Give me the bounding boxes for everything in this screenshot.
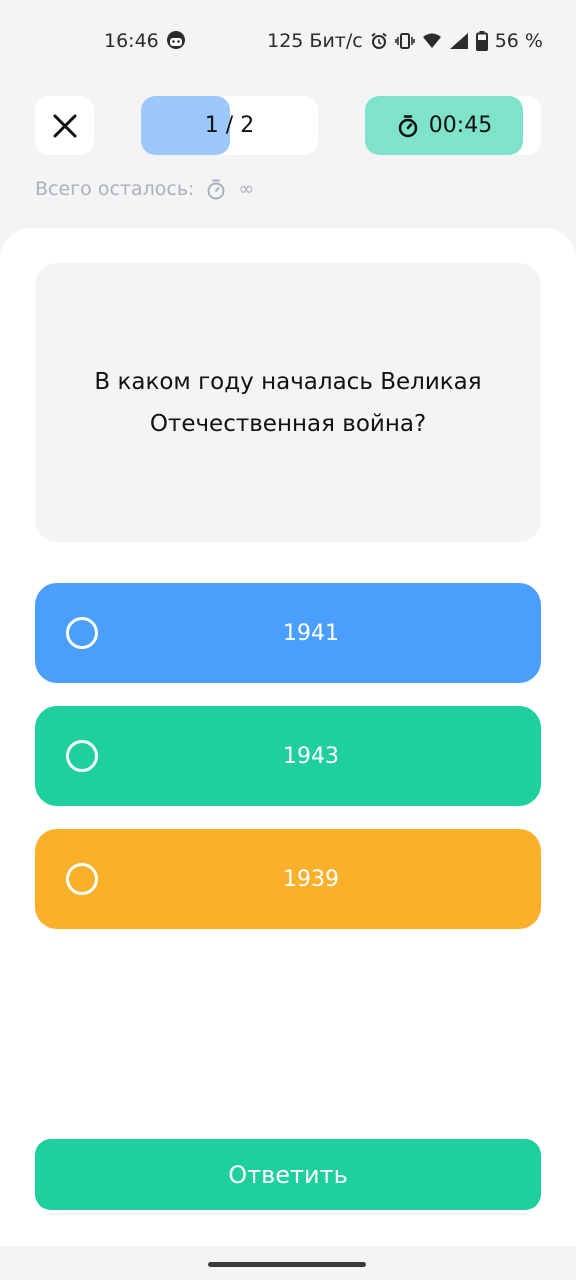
- face-icon: [166, 30, 186, 50]
- alarm-icon: [370, 32, 388, 50]
- navigation-bar: [0, 1246, 576, 1280]
- question-box: В каком году началась Великая Отечествен…: [35, 263, 541, 542]
- home-indicator[interactable]: [208, 1262, 366, 1267]
- quiz-card: В каком году началась Великая Отечествен…: [0, 228, 576, 1246]
- status-right-group: 125 Бит/с 56 %: [267, 30, 543, 52]
- close-icon: [53, 114, 76, 137]
- answer-option[interactable]: 1939: [35, 829, 541, 929]
- answer-label: 1939: [283, 866, 339, 892]
- answer-label: 1941: [283, 620, 339, 646]
- answer-option[interactable]: 1943: [35, 706, 541, 806]
- question-timer: 00:45: [365, 96, 541, 155]
- total-remaining: Всего осталось: ∞: [35, 178, 254, 200]
- progress-text: 1 / 2: [204, 113, 255, 138]
- timer-text: 00:45: [428, 113, 493, 138]
- stopwatch-icon: [398, 114, 418, 137]
- timer-content: 00:45: [365, 96, 524, 155]
- answer-option[interactable]: 1941: [35, 583, 541, 683]
- wifi-icon: [422, 32, 442, 50]
- signal-icon: [449, 32, 469, 50]
- close-button[interactable]: [35, 96, 94, 155]
- status-bar: 16:46 125 Бит/с 56 %: [0, 0, 576, 84]
- answer-label: 1943: [283, 743, 339, 769]
- question-text: В каком году началась Великая Отечествен…: [94, 368, 482, 437]
- battery-level: 56 %: [494, 30, 543, 52]
- stopwatch-icon: [207, 179, 225, 200]
- battery-icon: [475, 31, 488, 51]
- vibrate-icon: [394, 32, 415, 50]
- submit-button[interactable]: Ответить: [35, 1139, 541, 1210]
- question-progress: 1 / 2: [141, 96, 318, 155]
- remaining-value: ∞: [238, 178, 255, 200]
- network-speed: 125 Бит/с: [267, 30, 363, 52]
- status-time: 16:46: [104, 30, 159, 52]
- remaining-label: Всего осталось:: [35, 178, 195, 200]
